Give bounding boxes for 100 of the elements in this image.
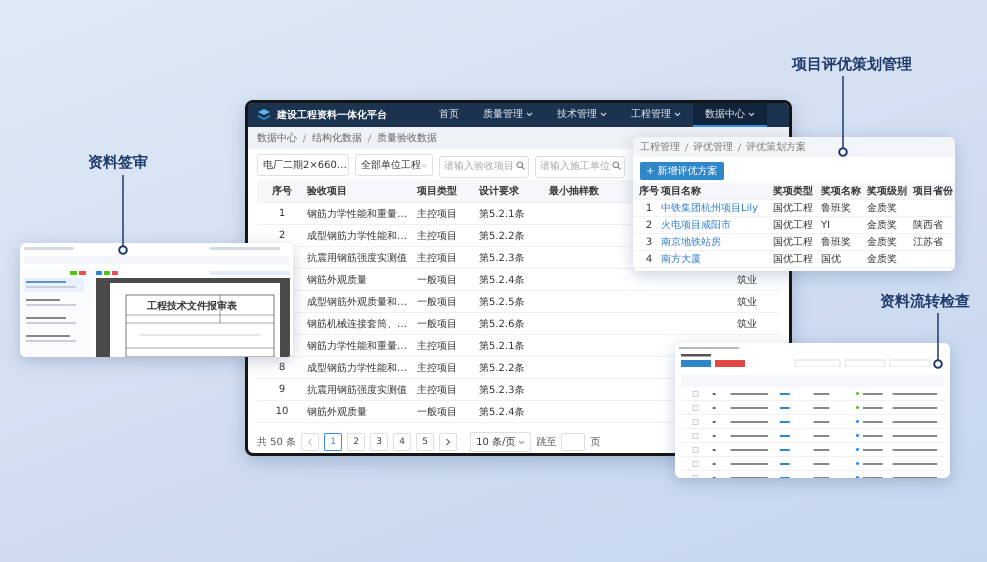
chevron-down-icon bbox=[518, 440, 526, 444]
table-cell-text: 4 bbox=[644, 254, 654, 264]
page-button[interactable]: 3 bbox=[370, 433, 388, 451]
table-cell-text: 3 bbox=[644, 236, 654, 248]
project-link[interactable]: 火电项目咸阳市 bbox=[661, 220, 731, 231]
table-cell-text: 第5.2.6条 bbox=[479, 318, 526, 330]
table-cell: 陕西省 bbox=[913, 220, 943, 231]
table-cell-text: 金质奖 bbox=[867, 218, 898, 232]
table-cell-text: 第5.2.1条 bbox=[479, 208, 526, 220]
table-cell: 8 bbox=[278, 362, 286, 373]
table-cell-text: 主控项目 bbox=[417, 208, 458, 220]
table-cell-text: 主控项目 bbox=[417, 230, 458, 242]
project-link[interactable]: 中铁集团杭州项目Lily bbox=[661, 203, 758, 214]
nav-tab[interactable]: 数据中心 bbox=[693, 103, 767, 127]
table-cell: 筑业 bbox=[737, 274, 757, 286]
column-header: 验收项目 bbox=[307, 184, 348, 198]
app-title: 建设工程资料一体化平台 bbox=[277, 108, 387, 122]
column-header: 奖项类型 bbox=[773, 184, 814, 198]
table-cell-text: 金质奖 bbox=[867, 252, 898, 266]
column-header: 项目名称 bbox=[661, 184, 702, 198]
search-icon bbox=[612, 160, 621, 170]
page-button[interactable]: 2 bbox=[347, 433, 366, 451]
select-field[interactable]: 电厂二期2×660… bbox=[257, 154, 349, 176]
table-cell-text: 钢筋外观质量 bbox=[307, 274, 368, 286]
table-cell-text: 第5.2.4条 bbox=[479, 274, 526, 286]
add-button[interactable]: + 新增评优方案 bbox=[640, 162, 724, 180]
breadcrumb-item[interactable]: 数据中心 bbox=[257, 131, 297, 145]
table-cell-text: 一般项目 bbox=[417, 318, 458, 330]
table-cell-text: 钢筋外观质量 bbox=[307, 406, 368, 418]
table-cell-text: 金质奖 bbox=[867, 236, 898, 249]
table-cell-text: 国优工程 bbox=[773, 236, 814, 249]
jump-label: 跳至 bbox=[536, 436, 556, 449]
table-cell-text: 主控项目 bbox=[417, 340, 458, 352]
table-cell-text: 成型钢筋力学性能和… bbox=[307, 230, 408, 242]
breadcrumb-item: 工程管理 bbox=[640, 141, 680, 154]
callout-label: 资料签审 bbox=[88, 153, 148, 172]
nav-tab[interactable]: 工程管理 bbox=[619, 103, 693, 127]
column-header: 项目省份 bbox=[913, 184, 954, 198]
callout-label: 资料流转检查 bbox=[880, 292, 970, 311]
project-link[interactable]: 南方大厦 bbox=[661, 254, 701, 265]
nav-tab[interactable]: 技术管理 bbox=[545, 103, 619, 127]
column-header: 设计要求 bbox=[479, 184, 520, 198]
nav-tab[interactable]: 首页 bbox=[427, 103, 471, 127]
breadcrumb-item: 评优策划方案 bbox=[746, 140, 806, 154]
table-cell-text: 鲁班奖 bbox=[821, 202, 852, 215]
search-field[interactable]: 请输入验收项目 bbox=[439, 156, 529, 178]
table-cell-text: 一般项目 bbox=[417, 274, 458, 286]
page-jump-field[interactable] bbox=[561, 433, 586, 451]
table-cell: 2 bbox=[278, 230, 286, 241]
table-cell-text: 主控项目 bbox=[417, 362, 458, 374]
table-cell: 江苏省 bbox=[913, 237, 943, 248]
table-cell: 1 bbox=[278, 208, 286, 219]
project-link[interactable]: 南京地铁站房 bbox=[661, 237, 721, 248]
search-icon bbox=[516, 160, 525, 170]
slash-icon bbox=[302, 134, 307, 142]
table-cell-text: 1 bbox=[644, 202, 654, 214]
table-cell-text: 钢筋机械连接套筒、… bbox=[307, 318, 408, 330]
stack-icon bbox=[257, 108, 271, 122]
page-size-select[interactable]: 10 条/页 bbox=[470, 432, 532, 452]
column-header: 序号 bbox=[271, 184, 293, 198]
previous-page-button[interactable] bbox=[301, 433, 320, 451]
table-cell: 10 bbox=[276, 406, 288, 417]
table-cell-text: 钢筋力学性能和重量… bbox=[307, 208, 408, 220]
column-header: 序号 bbox=[638, 184, 660, 198]
column-header: 最小抽样数 bbox=[549, 184, 600, 198]
breadcrumb-item: 评优管理 bbox=[693, 141, 733, 154]
nav-tab[interactable]: 质量管理 bbox=[471, 103, 545, 127]
page-button[interactable]: 5 bbox=[416, 433, 434, 451]
column-header: 项目类型 bbox=[417, 184, 458, 198]
slash-icon bbox=[737, 142, 742, 152]
table-cell-text: 2 bbox=[644, 220, 654, 230]
table-cell-text: 国优工程 bbox=[773, 202, 814, 215]
table-cell-text: 成型钢筋外观质量和… bbox=[307, 296, 408, 308]
table-cell-text: 第5.2.5条 bbox=[479, 296, 526, 308]
page-suffix: 页 bbox=[590, 436, 600, 449]
document-title: 工程技术文件报审表 bbox=[147, 299, 237, 313]
column-header: 奖项级别 bbox=[867, 184, 908, 198]
table-cell-text: 第5.2.2条 bbox=[479, 230, 526, 242]
table-cell: 筑业 bbox=[737, 318, 757, 330]
table-cell-text: 第5.2.4条 bbox=[479, 406, 526, 418]
table-cell-text: 国优 bbox=[821, 253, 842, 266]
chevron-down-icon bbox=[421, 162, 427, 168]
total-count: 共 50 条 bbox=[257, 436, 296, 449]
chevron-left-icon bbox=[307, 438, 314, 446]
search-field[interactable]: 请输入施工单位 bbox=[535, 156, 625, 178]
table-cell: 9 bbox=[278, 384, 286, 395]
table-cell-text: 一般项目 bbox=[417, 406, 458, 418]
page-button[interactable]: 4 bbox=[393, 433, 412, 451]
table-cell-text: 第5.2.3条 bbox=[479, 252, 526, 264]
select-field[interactable]: 全部单位工程 bbox=[355, 154, 433, 176]
table-cell-text: 主控项目 bbox=[417, 384, 458, 396]
table-cell: 筑业 bbox=[737, 296, 757, 308]
table-cell-text: 主控项目 bbox=[417, 252, 458, 264]
table-cell-text: 钢筋力学性能和重量… bbox=[307, 340, 408, 352]
next-page-button[interactable] bbox=[439, 433, 458, 451]
table-cell-text: 国优工程 bbox=[773, 253, 814, 266]
breadcrumb-item[interactable]: 结构化数据 bbox=[312, 131, 362, 145]
callout-label: 项目评优策划管理 bbox=[792, 55, 912, 74]
slash-icon bbox=[684, 142, 689, 152]
table-cell-text: 国优工程 bbox=[773, 219, 814, 232]
